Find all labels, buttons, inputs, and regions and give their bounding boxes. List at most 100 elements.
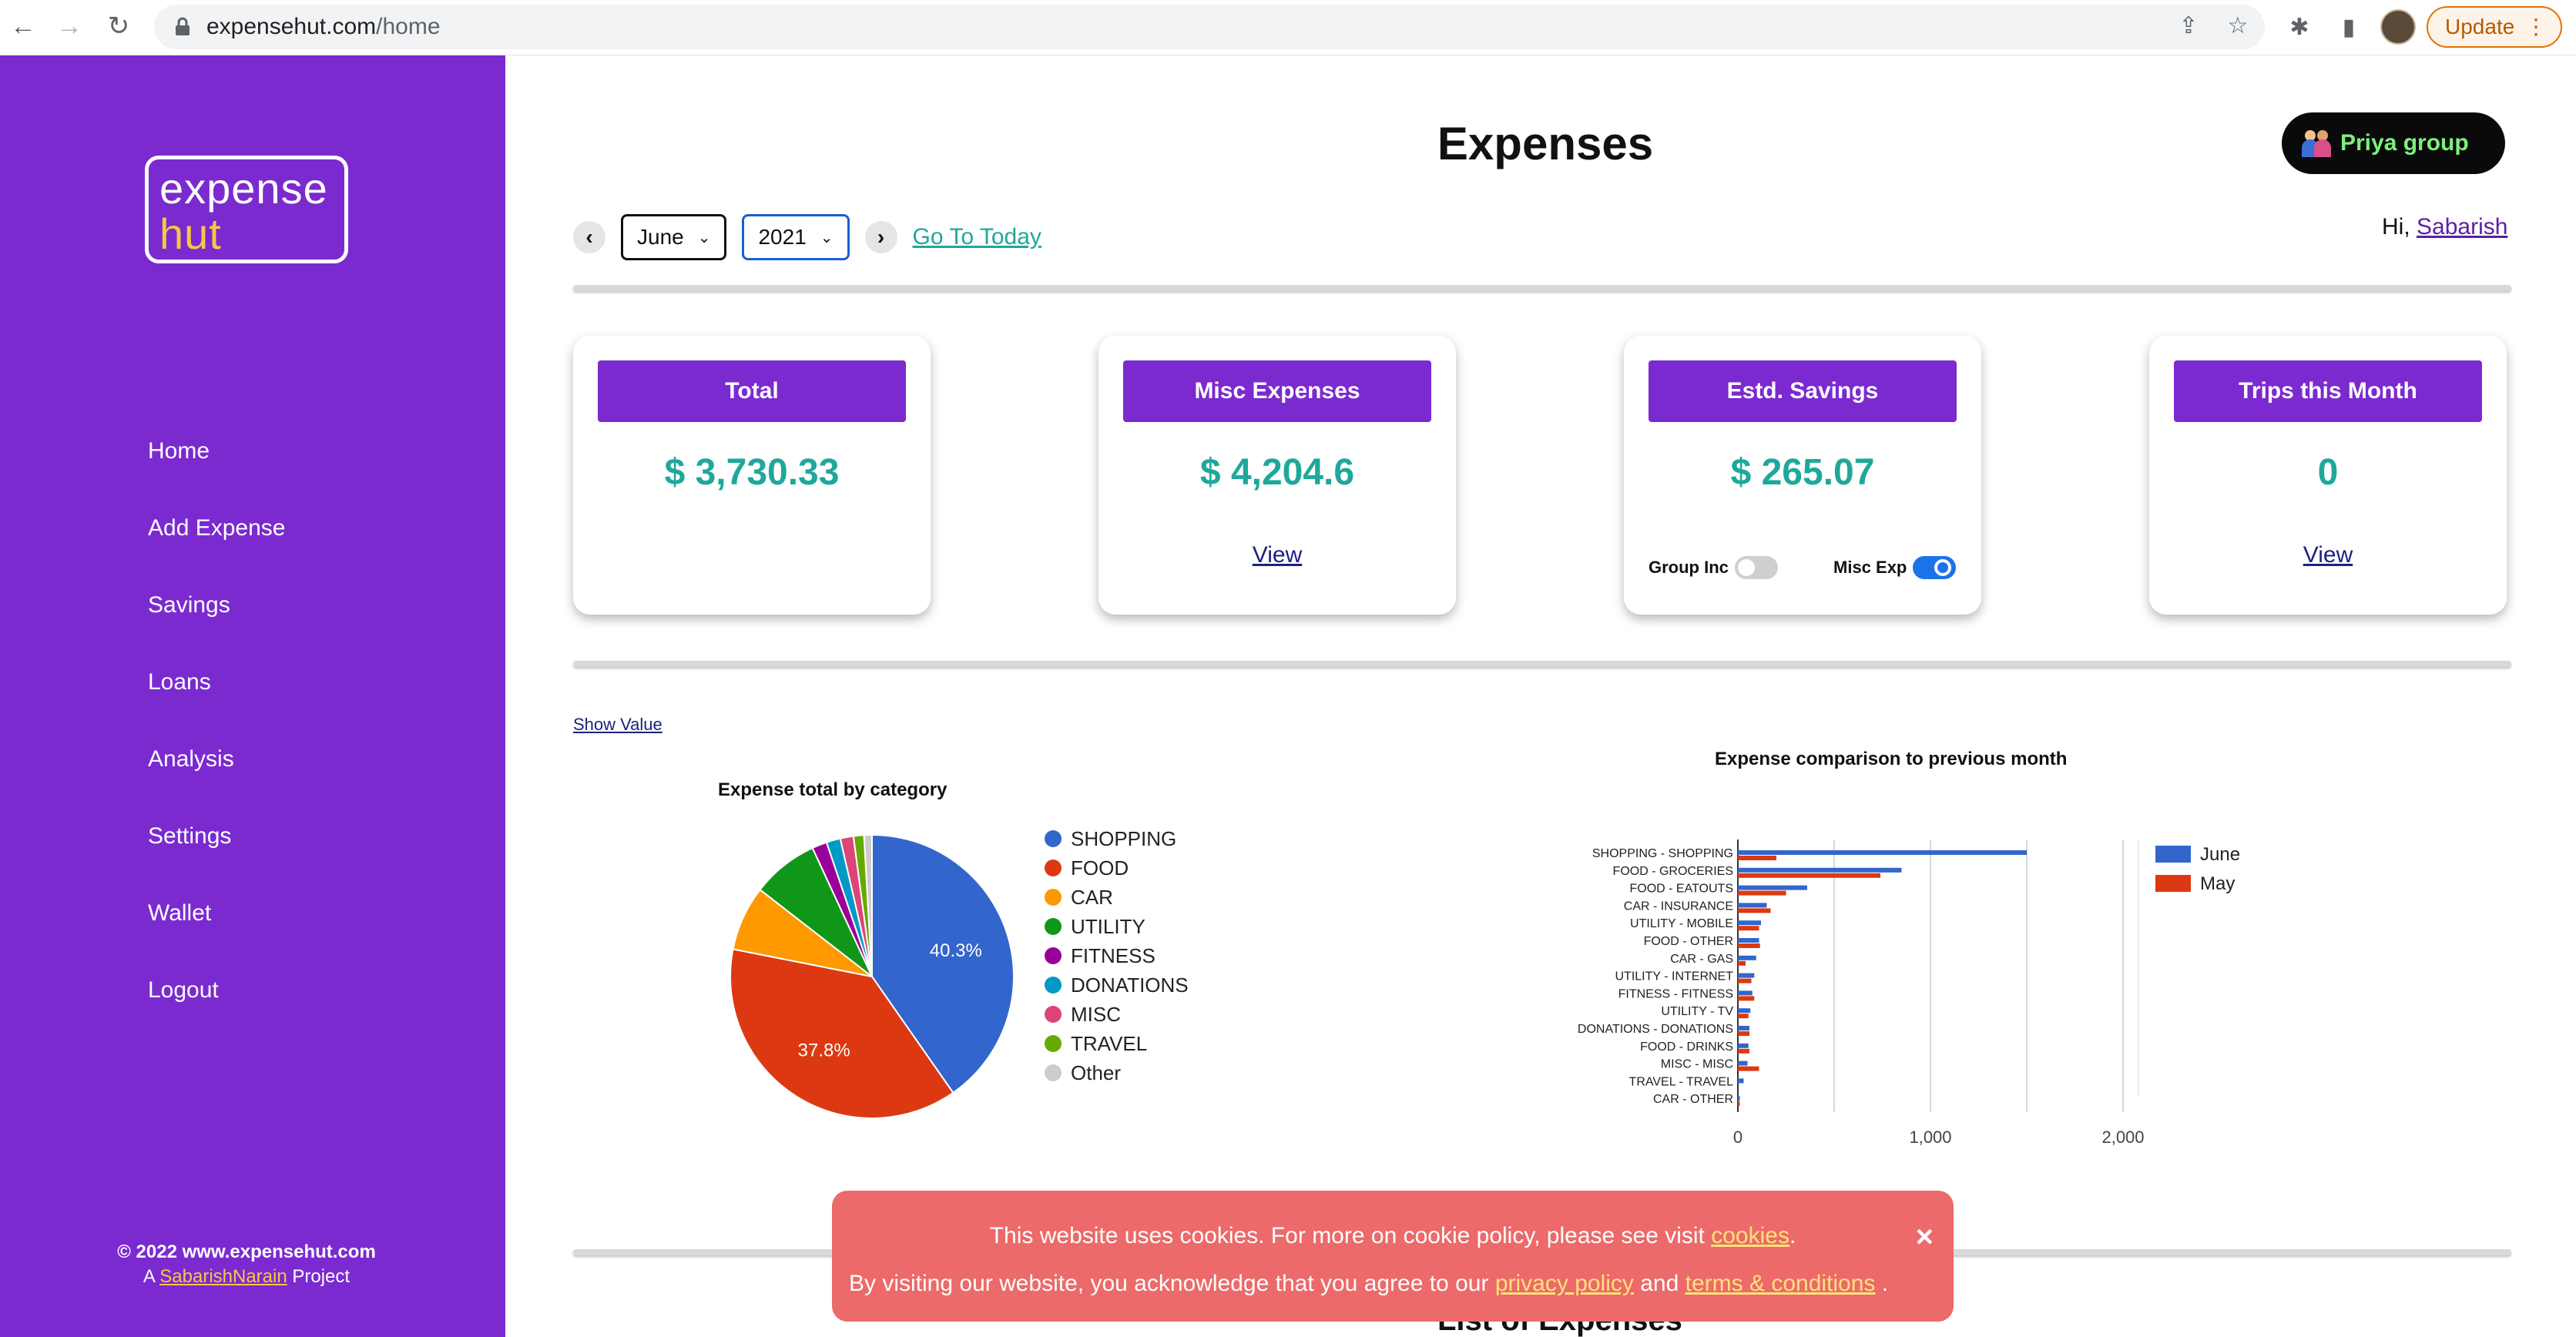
- cookie-period: .: [1789, 1223, 1796, 1248]
- browser-update-button[interactable]: Update ⋮: [2427, 6, 2562, 48]
- next-month-chevron-icon[interactable]: ›: [864, 221, 897, 253]
- bar-may[interactable]: [1738, 1014, 1749, 1019]
- sidebar-item-loans[interactable]: Loans: [148, 667, 285, 744]
- year-select[interactable]: 2021 ⌄: [742, 214, 850, 260]
- bar-may[interactable]: [1738, 908, 1771, 913]
- extensions-puzzle-icon[interactable]: ✱: [2283, 11, 2316, 43]
- date-navigator: ‹ June ⌄ 2021 ⌄ › Go To Today: [573, 214, 1041, 260]
- bar-may[interactable]: [1738, 1101, 1740, 1107]
- bar-june[interactable]: [1738, 955, 1756, 960]
- share-icon[interactable]: ⇪: [2172, 9, 2205, 42]
- bar-june[interactable]: [1738, 885, 1807, 890]
- bar-june[interactable]: [1738, 938, 1759, 943]
- misc-view-link[interactable]: View: [1098, 542, 1456, 568]
- bar-may[interactable]: [1738, 890, 1786, 896]
- cookie-banner: This website uses cookies. For more on c…: [832, 1191, 1954, 1322]
- legend-label: DONATIONS: [1071, 973, 1189, 997]
- misc-exp-toggle[interactable]: [1913, 556, 1957, 579]
- category-label: UTILITY - MOBILE: [1630, 917, 1733, 930]
- legend-item[interactable]: Other: [1045, 1058, 1189, 1087]
- privacy-policy-link[interactable]: privacy policy: [1495, 1271, 1634, 1296]
- pie-chart-title: Expense total by category: [718, 779, 948, 800]
- legend-label: FITNESS: [1071, 943, 1156, 967]
- bar-may[interactable]: [1738, 996, 1755, 1001]
- bar-june[interactable]: [1738, 973, 1755, 978]
- url-text: expensehut.com/home: [206, 14, 441, 39]
- sidebar: expense hut Home Add Expense Savings Loa…: [0, 55, 505, 1337]
- bar-may[interactable]: [1738, 978, 1752, 983]
- bar-june[interactable]: [1738, 990, 1753, 996]
- back-arrow-icon[interactable]: ←: [6, 9, 40, 43]
- bar-may[interactable]: [1738, 873, 1880, 878]
- legend-item[interactable]: SHOPPING: [1045, 824, 1189, 853]
- group-button[interactable]: Priya group: [2282, 112, 2505, 174]
- bar-may[interactable]: [1738, 1048, 1749, 1054]
- sidebar-item-add-expense[interactable]: Add Expense: [148, 513, 285, 590]
- show-value-link[interactable]: Show Value: [573, 715, 662, 735]
- legend-item[interactable]: TRAVEL: [1045, 1029, 1189, 1058]
- month-select[interactable]: June ⌄: [621, 214, 727, 260]
- trips-card: Trips this Month 0 View: [2149, 336, 2507, 615]
- group-inc-toggle[interactable]: [1734, 556, 1778, 579]
- pie-slice-label: 40.3%: [930, 940, 982, 961]
- category-label: MISC - MISC: [1661, 1058, 1733, 1071]
- chevron-down-icon: ⌄: [697, 229, 711, 246]
- bar-june[interactable]: [1738, 850, 2027, 855]
- more-menu-icon[interactable]: ⋮: [2525, 14, 2547, 39]
- lock-icon: [176, 17, 190, 35]
- bar-june[interactable]: [1738, 1008, 1751, 1014]
- bar-may[interactable]: [1738, 856, 1776, 860]
- divider: [573, 285, 2511, 291]
- go-to-today-link[interactable]: Go To Today: [913, 224, 1041, 250]
- author-link[interactable]: SabarishNarain: [159, 1266, 287, 1287]
- bar-june[interactable]: [1738, 920, 1761, 926]
- estd-savings-value: $ 265.07: [1730, 452, 1875, 493]
- sidebar-item-savings[interactable]: Savings: [148, 590, 285, 667]
- cookie-line-1: This website uses cookies. For more on c…: [832, 1223, 1954, 1249]
- legend-item[interactable]: UTILITY: [1045, 912, 1189, 941]
- x-tick-label: 2,000: [2101, 1128, 2144, 1147]
- bar-june[interactable]: [1738, 1078, 1744, 1084]
- sidebar-item-wallet[interactable]: Wallet: [148, 898, 285, 975]
- bar-may[interactable]: [1738, 1031, 1749, 1036]
- sidebar-item-settings[interactable]: Settings: [148, 821, 285, 898]
- side-panel-icon[interactable]: ▮: [2333, 11, 2365, 43]
- app-logo[interactable]: expense hut: [145, 156, 348, 263]
- bar-may[interactable]: [1738, 1066, 1759, 1071]
- legend-item[interactable]: FOOD: [1045, 853, 1189, 883]
- bar-june[interactable]: [1738, 1096, 1740, 1101]
- sidebar-item-analysis[interactable]: Analysis: [148, 744, 285, 821]
- legend-item[interactable]: FITNESS: [1045, 941, 1189, 970]
- address-bar[interactable]: expensehut.com/home ⇪ ☆: [154, 5, 2265, 49]
- bar-june[interactable]: [1738, 867, 1902, 873]
- category-label: FOOD - OTHER: [1644, 935, 1733, 948]
- close-icon[interactable]: ×: [1916, 1220, 1934, 1255]
- main-content: Expenses Priya group Hi, Sabarish ‹ June…: [505, 55, 2576, 1337]
- legend-item[interactable]: CAR: [1045, 883, 1189, 912]
- legend-label: SHOPPING: [1071, 826, 1177, 850]
- legend-item[interactable]: DONATIONS: [1045, 970, 1189, 1000]
- sidebar-item-logout[interactable]: Logout: [148, 975, 285, 1052]
- cookies-link[interactable]: cookies: [1711, 1223, 1789, 1248]
- bookmark-star-icon[interactable]: ☆: [2222, 9, 2254, 42]
- prev-month-chevron-icon[interactable]: ‹: [573, 221, 605, 253]
- bar-chart-title: Expense comparison to previous month: [1715, 749, 2068, 769]
- bar-may[interactable]: [1738, 960, 1746, 966]
- bar-june[interactable]: [1738, 903, 1767, 908]
- terms-conditions-link[interactable]: terms & conditions: [1685, 1271, 1876, 1296]
- bar-june[interactable]: [1738, 1026, 1749, 1030]
- group-label: Priya group: [2340, 130, 2469, 156]
- legend-label: UTILITY: [1071, 914, 1145, 938]
- bar-may[interactable]: [1738, 926, 1759, 931]
- reload-icon[interactable]: ↻: [102, 9, 136, 43]
- bar-june[interactable]: [1738, 1043, 1749, 1048]
- misc-exp-toggle-row: Misc Exp: [1833, 556, 1957, 579]
- legend-item[interactable]: MISC: [1045, 1000, 1189, 1029]
- profile-avatar[interactable]: [2380, 9, 2416, 45]
- bar-june[interactable]: [1738, 1061, 1748, 1066]
- user-profile-link[interactable]: Sabarish: [2417, 214, 2507, 240]
- trips-view-link[interactable]: View: [2149, 542, 2507, 568]
- sidebar-item-home[interactable]: Home: [148, 436, 285, 513]
- forward-arrow-icon[interactable]: →: [52, 9, 86, 43]
- bar-may[interactable]: [1738, 943, 1760, 948]
